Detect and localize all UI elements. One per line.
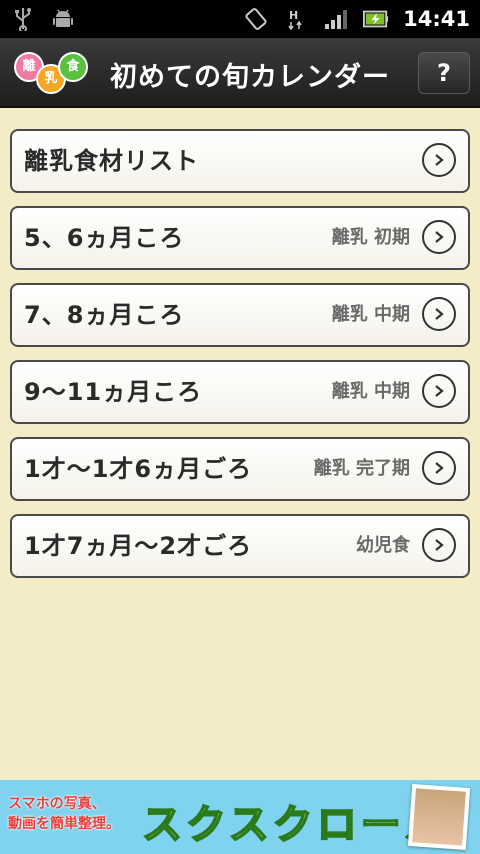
list-item-stage: 離乳 初期 (331, 227, 410, 248)
rotate-icon (243, 7, 269, 31)
ad-tagline-line2: 動画を簡単整理。 (8, 816, 120, 832)
chevron-right-icon (422, 143, 456, 177)
ad-banner[interactable]: スマホの写真、 動画を簡単整理。 スクスクロール (0, 780, 480, 854)
list-item-1y7m-2y[interactable]: 1才7ヵ月～2才ごろ 幼児食 (10, 514, 470, 578)
ad-brand-logo: スクスクロール (141, 801, 449, 849)
battery-charging-icon (363, 7, 389, 31)
chevron-right-icon (422, 451, 456, 485)
signal-icon (323, 7, 349, 31)
list-item-label: 9～11ヵ月ころ (24, 378, 203, 406)
help-button[interactable]: ? (418, 52, 470, 94)
hspa-icon: H (283, 7, 309, 31)
list-item-stage: 幼児食 (356, 535, 410, 556)
list-item-label: 7、8ヵ月ころ (24, 301, 185, 329)
list-item-label: 1才～1才6ヵ月ごろ (24, 455, 253, 483)
list-item-stage: 離乳 中期 (331, 304, 410, 325)
svg-text:H: H (289, 9, 298, 22)
chevron-right-icon (422, 528, 456, 562)
chevron-right-icon (422, 374, 456, 408)
chevron-right-icon (422, 297, 456, 331)
list-item-stage: 離乳 完了期 (313, 458, 410, 479)
ad-photo-image (407, 784, 471, 850)
list-item-7-8-months[interactable]: 7、8ヵ月ころ 離乳 中期 (10, 283, 470, 347)
page-title: 初めての旬カレンダー (110, 62, 390, 93)
list-item-9-11-months[interactable]: 9～11ヵ月ころ 離乳 中期 (10, 360, 470, 424)
status-bar: H 14:41 (0, 0, 480, 38)
list-item-stage: 離乳 中期 (331, 381, 410, 402)
ad-tagline-line1: スマホの写真、 (8, 796, 106, 812)
chevron-right-icon (422, 220, 456, 254)
list-item-label: 5、6ヵ月ころ (24, 224, 185, 252)
list-item-label: 1才7ヵ月～2才ごろ (24, 532, 253, 560)
list-item-5-6-months[interactable]: 5、6ヵ月ころ 離乳 初期 (10, 206, 470, 270)
calendar-list: 離乳食材リスト 5、6ヵ月ころ 離乳 初期 7、8ヵ月ころ 離乳 中期 9～11… (10, 129, 470, 591)
usb-icon (10, 7, 36, 31)
status-clock: 14:41 (403, 7, 470, 31)
ad-tagline: スマホの写真、 動画を簡単整理。 (8, 794, 120, 834)
list-item-1y-1y6m[interactable]: 1才～1才6ヵ月ごろ 離乳 完了期 (10, 437, 470, 501)
list-item-label: 離乳食材リスト (24, 147, 199, 175)
title-bar: 離 乳 食 初めての旬カレンダー ? (0, 38, 480, 108)
android-debug-icon (50, 7, 76, 31)
app-logo: 離 乳 食 (14, 50, 88, 94)
logo-char-3: 食 (58, 52, 88, 82)
list-item-ingredients[interactable]: 離乳食材リスト (10, 129, 470, 193)
